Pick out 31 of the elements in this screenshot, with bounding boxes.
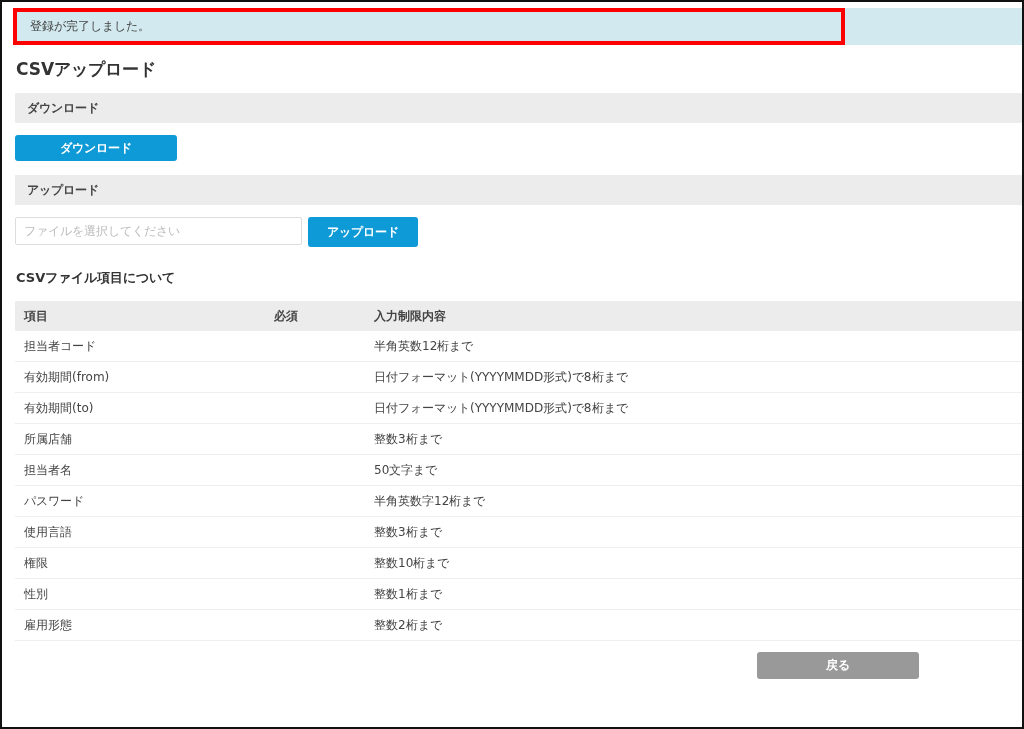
column-header: 入力制限内容 xyxy=(365,301,1022,331)
table-cell: 有効期間(from) xyxy=(15,361,265,393)
table-cell: 半角英数12桁まで xyxy=(365,331,1022,362)
upload-button[interactable]: アップロード xyxy=(308,217,418,247)
table-cell: 担当者名 xyxy=(15,454,265,486)
download-button[interactable]: ダウンロード xyxy=(15,135,177,161)
table-cell: パスワード xyxy=(15,485,265,517)
page-title: CSVアップロード xyxy=(16,59,158,79)
table-cell: 日付フォーマット(YYYYMMDD形式)で8桁まで xyxy=(365,392,1022,424)
table-cell: 所属店舗 xyxy=(15,423,265,455)
section-heading: ダウンロード xyxy=(27,99,99,117)
table-cell: 雇用形態 xyxy=(15,609,265,641)
table-cell: 整数1桁まで xyxy=(365,578,1022,610)
table-cell: 使用言語 xyxy=(15,516,265,548)
table-cell: 日付フォーマット(YYYYMMDD形式)で8桁まで xyxy=(365,361,1022,393)
alert-message: 登録が完了しました。 xyxy=(30,18,150,35)
table-cell: 整数10桁まで xyxy=(365,547,1022,579)
back-button[interactable]: 戻る xyxy=(757,652,919,679)
column-header: 必須 xyxy=(265,301,365,331)
table-cell: 整数3桁まで xyxy=(365,423,1022,455)
section-heading: CSVファイル項目について xyxy=(16,269,177,287)
section-heading: アップロード xyxy=(27,181,99,199)
column-header: 項目 xyxy=(15,301,265,331)
table-cell: 有効期間(to) xyxy=(15,392,265,424)
table-cell: 担当者コード xyxy=(15,331,265,362)
table-cell: 整数2桁まで xyxy=(365,609,1022,641)
table-cell: 権限 xyxy=(15,547,265,579)
table-cell: 性別 xyxy=(15,578,265,610)
table-cell: 整数3桁まで xyxy=(365,516,1022,548)
table-cell: 50文字まで xyxy=(365,454,1022,486)
table-cell: 半角英数字12桁まで xyxy=(365,485,1022,517)
